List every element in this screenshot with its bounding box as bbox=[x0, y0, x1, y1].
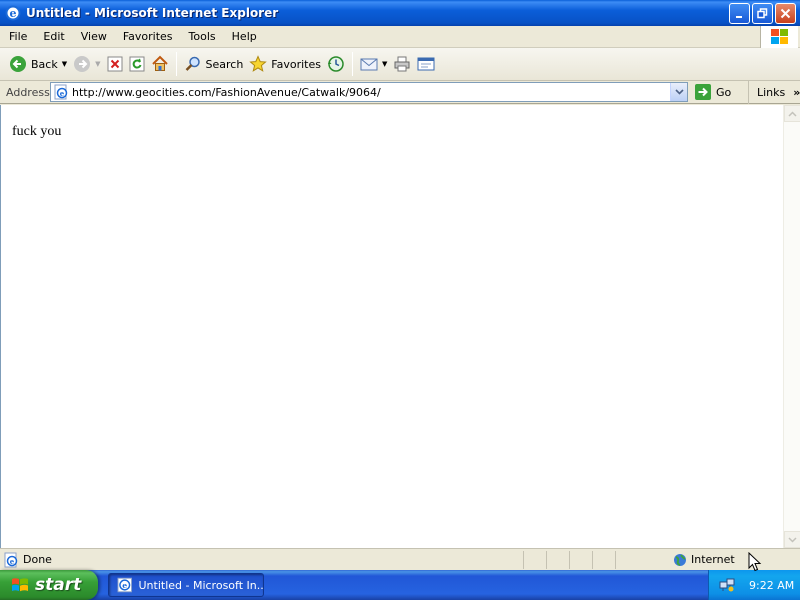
windows-flag-icon bbox=[12, 578, 28, 592]
minimize-button[interactable] bbox=[729, 2, 750, 24]
ie-icon: e bbox=[117, 577, 133, 593]
page-done-icon: e bbox=[3, 552, 19, 568]
standard-toolbar: Back ▼ ▼ Search Favorites ▼ bbox=[0, 48, 800, 81]
security-zone[interactable]: Internet bbox=[673, 553, 735, 567]
stop-icon bbox=[107, 56, 122, 72]
chevron-down-icon bbox=[788, 536, 797, 543]
back-label: Back bbox=[31, 57, 58, 71]
taskbar-item-ie[interactable]: e Untitled - Microsoft In... bbox=[108, 573, 264, 597]
printer-icon bbox=[394, 56, 410, 72]
svg-text:e: e bbox=[10, 7, 17, 20]
back-button[interactable]: Back ▼ bbox=[6, 50, 70, 78]
status-panel bbox=[523, 550, 546, 569]
address-dropdown-button[interactable] bbox=[670, 83, 687, 101]
links-label: Links bbox=[757, 86, 786, 99]
status-panel bbox=[569, 550, 592, 569]
forward-arrow-icon bbox=[74, 56, 91, 72]
toolbar-separator bbox=[352, 52, 353, 76]
page-body-text: fuck you bbox=[12, 124, 62, 139]
search-icon bbox=[185, 56, 200, 71]
network-icon[interactable] bbox=[719, 576, 735, 595]
favorites-label: Favorites bbox=[271, 57, 321, 71]
svg-text:e: e bbox=[60, 89, 65, 98]
mail-icon bbox=[360, 58, 378, 71]
star-icon bbox=[249, 55, 268, 72]
taskbar-item-label: Untitled - Microsoft In... bbox=[138, 578, 263, 592]
status-text: Done bbox=[23, 553, 52, 566]
close-icon bbox=[780, 8, 791, 18]
window-title: Untitled - Microsoft Internet Explorer bbox=[26, 6, 279, 20]
restore-icon bbox=[757, 7, 768, 18]
address-input[interactable] bbox=[69, 83, 670, 101]
status-panel bbox=[592, 550, 615, 569]
close-button[interactable] bbox=[775, 2, 796, 24]
svg-text:e: e bbox=[122, 581, 127, 590]
minimize-icon bbox=[736, 15, 742, 18]
menu-favorites[interactable]: Favorites bbox=[115, 26, 181, 48]
security-zone-label: Internet bbox=[691, 553, 735, 566]
toolbar-separator bbox=[175, 52, 177, 76]
menu-file[interactable]: File bbox=[0, 26, 35, 48]
edit-button[interactable] bbox=[414, 50, 438, 78]
menu-bar: File Edit View Favorites Tools Help bbox=[0, 26, 800, 48]
start-label: start bbox=[35, 575, 82, 595]
address-field[interactable]: e bbox=[50, 82, 688, 102]
scroll-down-button[interactable] bbox=[784, 531, 800, 548]
status-panel bbox=[615, 550, 667, 569]
links-toolbar[interactable]: Links » bbox=[748, 81, 800, 104]
search-label: Search bbox=[205, 57, 244, 71]
menu-view[interactable]: View bbox=[73, 26, 115, 48]
chevron-down-icon[interactable]: ▼ bbox=[382, 60, 387, 68]
scroll-up-button[interactable] bbox=[784, 105, 800, 122]
back-arrow-icon bbox=[10, 56, 26, 72]
globe-icon bbox=[674, 553, 686, 566]
chevron-up-icon bbox=[788, 110, 797, 117]
status-panel bbox=[546, 550, 569, 569]
history-icon bbox=[328, 56, 344, 72]
chevron-down-icon[interactable]: ▼ bbox=[62, 60, 67, 68]
page-icon: e bbox=[53, 84, 69, 100]
status-bar: e Done Internet bbox=[0, 548, 800, 570]
taskbar: start e Untitled - Microsoft In... 9:22 … bbox=[0, 570, 800, 600]
go-label: Go bbox=[716, 85, 732, 99]
mouse-cursor-icon bbox=[748, 551, 762, 575]
address-bar: Address e Go Links » bbox=[0, 81, 800, 104]
print-button[interactable] bbox=[390, 50, 414, 78]
history-button[interactable] bbox=[324, 50, 348, 78]
chevron-down-icon[interactable]: ▼ bbox=[95, 60, 100, 68]
stop-button[interactable] bbox=[104, 50, 126, 78]
svg-text:e: e bbox=[10, 557, 15, 566]
ie-icon: e bbox=[5, 5, 21, 21]
home-button[interactable] bbox=[148, 50, 172, 78]
refresh-button[interactable] bbox=[126, 50, 148, 78]
windows-logo-icon bbox=[760, 26, 798, 48]
go-button[interactable]: Go bbox=[694, 83, 731, 101]
title-bar[interactable]: e Untitled - Microsoft Internet Explorer bbox=[0, 0, 800, 26]
go-arrow-icon bbox=[695, 84, 711, 100]
menu-tools[interactable]: Tools bbox=[181, 26, 224, 48]
edit-page-icon bbox=[417, 57, 435, 71]
chevron-right-icon[interactable]: » bbox=[793, 86, 800, 99]
search-button[interactable]: Search bbox=[181, 50, 247, 78]
address-label: Address bbox=[6, 85, 50, 99]
menu-edit[interactable]: Edit bbox=[35, 26, 72, 48]
restore-button[interactable] bbox=[752, 2, 773, 24]
mail-button[interactable]: ▼ bbox=[357, 50, 390, 78]
refresh-icon bbox=[129, 56, 144, 72]
favorites-button[interactable]: Favorites bbox=[246, 50, 324, 78]
menu-help[interactable]: Help bbox=[224, 26, 265, 48]
chevron-down-icon bbox=[674, 89, 684, 95]
start-button[interactable]: start bbox=[0, 570, 98, 600]
vertical-scrollbar[interactable] bbox=[783, 105, 800, 548]
clock[interactable]: 9:22 AM bbox=[749, 579, 794, 592]
forward-button[interactable]: ▼ bbox=[70, 50, 103, 78]
home-icon bbox=[151, 55, 168, 71]
page-content: fuck you bbox=[0, 105, 800, 548]
